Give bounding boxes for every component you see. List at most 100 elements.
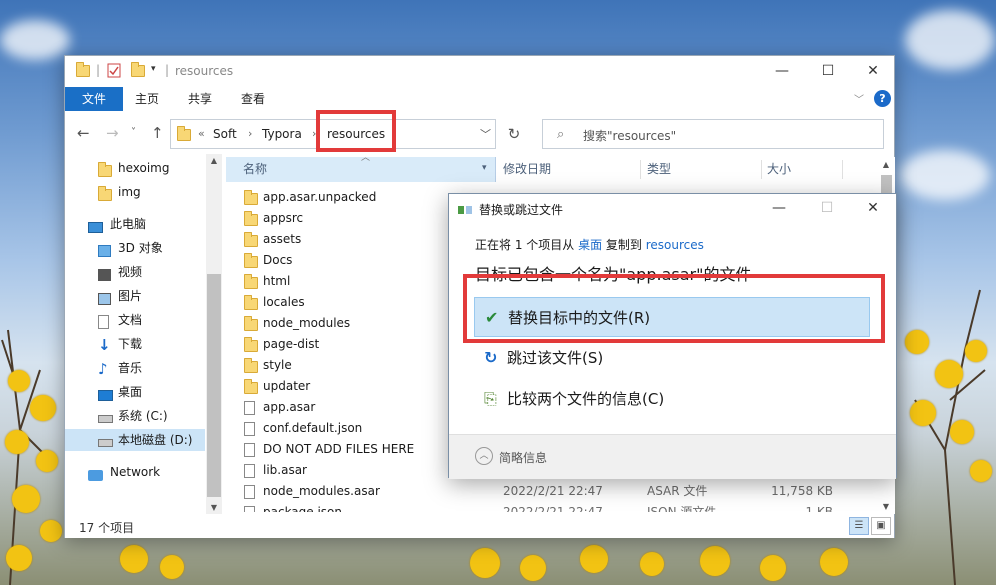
nav-item-videos[interactable]: 视频: [65, 261, 205, 283]
nav-item-label: 视频: [118, 265, 143, 279]
tab-share[interactable]: 共享: [188, 87, 212, 111]
nav-item-label: img: [118, 185, 141, 199]
destination-link[interactable]: resources: [646, 238, 704, 252]
new-folder-icon[interactable]: [131, 62, 145, 80]
scrollbar-thumb[interactable]: [207, 274, 221, 497]
separator: |: [165, 63, 170, 77]
cloud-shape: [0, 20, 70, 60]
breadcrumb-soft[interactable]: Soft: [213, 127, 237, 141]
column-size[interactable]: 大小: [767, 157, 791, 182]
file-date: 2022/2/21 22:47: [503, 505, 603, 512]
scroll-down-icon[interactable]: ▼: [878, 502, 894, 511]
fewer-details-toggle[interactable]: 简略信息: [499, 449, 547, 466]
details-view-icon[interactable]: ☰: [849, 517, 869, 535]
scroll-down-icon[interactable]: ▼: [206, 503, 222, 512]
checkmark-icon: ✔: [485, 308, 499, 327]
option-label: 替换目标中的文件(R): [508, 309, 651, 327]
address-overflow[interactable]: «: [198, 127, 205, 140]
file-name: appsrc: [263, 211, 304, 225]
nav-item-downloads[interactable]: ↓ 下载: [65, 333, 205, 355]
window-title: resources: [175, 64, 234, 78]
nav-item-img[interactable]: img: [65, 181, 205, 203]
breadcrumb-typora[interactable]: Typora: [262, 127, 302, 141]
cloud-shape: [900, 150, 990, 200]
file-name: conf.default.json: [263, 421, 363, 435]
navigation-pane: hexoimg img 此电脑 3D 对象 视频 图片 文档 ↓ 下载 ♪ 音乐…: [65, 154, 222, 514]
close-button[interactable]: ✕: [850, 60, 896, 82]
column-name[interactable]: 名称: [243, 157, 267, 182]
breadcrumb-separator[interactable]: ›: [248, 127, 252, 140]
file-name: assets: [263, 232, 302, 246]
chevron-down-icon[interactable]: ▾: [482, 163, 487, 173]
file-size: 1 KB: [805, 505, 833, 512]
dialog-minimize-button[interactable]: —: [767, 200, 791, 216]
tab-home[interactable]: 主页: [135, 87, 159, 111]
column-divider[interactable]: [761, 160, 762, 179]
download-icon: ↓: [98, 336, 111, 354]
large-icons-view-icon[interactable]: ▣: [871, 517, 891, 535]
nav-item-label: 音乐: [118, 361, 143, 375]
nav-item-drive-c[interactable]: 系统 (C:): [65, 405, 205, 427]
tab-file[interactable]: 文件: [65, 87, 123, 111]
breadcrumb-resources[interactable]: resources: [327, 127, 385, 141]
nav-item-hexoimg[interactable]: hexoimg: [65, 157, 205, 179]
chevron-down-icon[interactable]: ﹀: [854, 91, 864, 106]
nav-item-music[interactable]: ♪ 音乐: [65, 357, 205, 379]
nav-item-drive-d[interactable]: 本地磁盘 (D:): [65, 429, 205, 451]
maximize-button[interactable]: ☐: [805, 60, 851, 82]
nav-item-desktop[interactable]: 桌面: [65, 381, 205, 403]
nav-pane-scrollbar[interactable]: ▲ ▼: [206, 154, 222, 514]
compare-files-option[interactable]: ⎘ 比较两个文件的信息(C): [474, 379, 870, 419]
customize-toolbar-icon[interactable]: ▾: [151, 64, 156, 74]
compare-icon: ⎘: [484, 389, 497, 408]
column-divider[interactable]: [842, 160, 843, 179]
file-date: 2022/2/21 22:47: [503, 484, 603, 498]
sort-ascending-icon: ︿: [361, 153, 371, 163]
nav-item-network[interactable]: Network: [65, 461, 205, 483]
replace-file-option[interactable]: ✔ 替换目标中的文件(R): [474, 297, 870, 337]
up-arrow-icon[interactable]: ↑: [151, 124, 164, 142]
column-type[interactable]: 类型: [647, 157, 671, 182]
option-label: 比较两个文件的信息(C): [507, 390, 665, 408]
file-row[interactable]: package.json 2022/2/21 22:47 JSON 源文件 1 KB: [226, 502, 878, 512]
file-row[interactable]: node_modules.asar 2022/2/21 22:47 ASAR 文件 1…: [226, 481, 878, 502]
column-date-modified[interactable]: 修改日期: [503, 157, 551, 182]
source-link[interactable]: 桌面: [578, 238, 602, 252]
dialog-footer: ︿ 简略信息: [449, 434, 896, 479]
file-name: package.json: [263, 505, 343, 512]
refresh-icon[interactable]: ↻: [502, 119, 526, 149]
file-type: ASAR 文件: [647, 484, 708, 498]
breadcrumb-separator[interactable]: ›: [312, 127, 316, 140]
dialog-close-button[interactable]: ✕: [861, 200, 885, 216]
recent-locations-icon[interactable]: ˅: [131, 127, 136, 138]
address-bar[interactable]: « Soft › Typora › resources ﹀: [170, 119, 496, 149]
dialog-maximize-button[interactable]: ☐: [815, 200, 839, 216]
nav-item-label: Network: [110, 465, 161, 479]
column-divider[interactable]: [640, 160, 641, 179]
help-icon[interactable]: ?: [874, 90, 891, 107]
minimize-button[interactable]: —: [759, 60, 805, 82]
search-input[interactable]: ⌕ 搜索"resources": [542, 119, 884, 149]
tab-view[interactable]: 查看: [241, 87, 265, 111]
chevron-up-icon[interactable]: ︿: [475, 447, 493, 465]
scroll-up-icon[interactable]: ▲: [206, 156, 222, 165]
tree-branches: [914, 289, 986, 585]
back-arrow-icon[interactable]: ←: [77, 124, 90, 142]
drive-icon: [98, 408, 113, 430]
properties-icon[interactable]: [107, 63, 121, 81]
chevron-down-icon[interactable]: ﹀: [480, 126, 491, 142]
forward-arrow-icon[interactable]: →: [106, 124, 119, 142]
skip-file-option[interactable]: ↻ 跳过该文件(S): [474, 338, 870, 378]
nav-item-pictures[interactable]: 图片: [65, 285, 205, 307]
nav-item-documents[interactable]: 文档: [65, 309, 205, 331]
nav-item-label: 本地磁盘 (D:): [118, 433, 193, 447]
file-name: style: [263, 358, 292, 372]
file-name: Docs: [263, 253, 293, 267]
status-bar: 17 个项目 ☰ ▣: [65, 514, 894, 538]
nav-item-3d-objects[interactable]: 3D 对象: [65, 237, 205, 259]
scroll-up-icon[interactable]: ▲: [878, 160, 894, 169]
nav-item-this-pc[interactable]: 此电脑: [65, 213, 205, 235]
title-bar: | ▾ | resources — ☐ ✕: [65, 56, 894, 87]
folder-icon: [76, 62, 90, 80]
cloud-shape: [905, 10, 995, 70]
